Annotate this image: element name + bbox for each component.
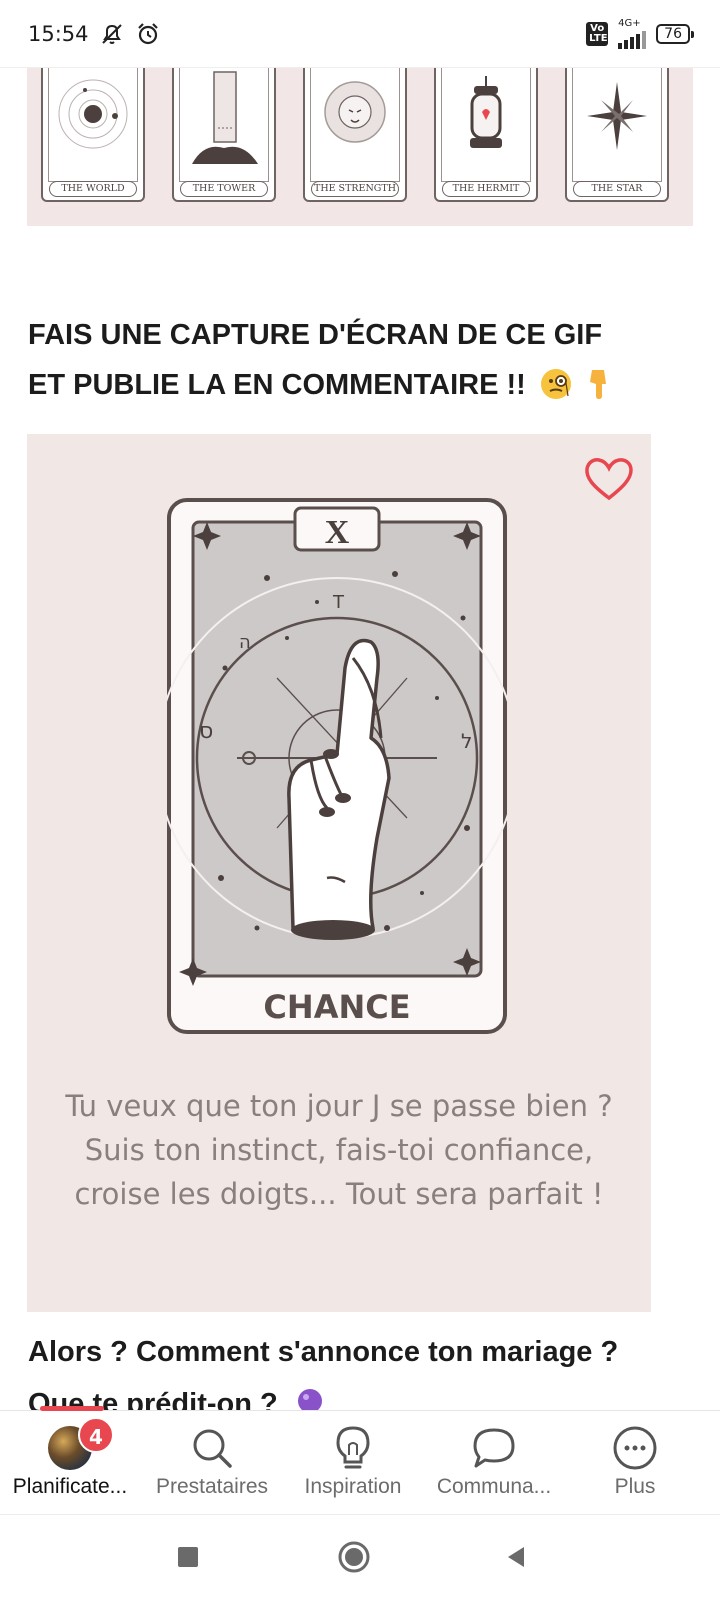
heading-line-2: ET PUBLIE LA EN COMMENTAIRE !!: [28, 369, 526, 401]
more-icon: [613, 1426, 657, 1470]
tarot-cards-image: THE WORLD THE TOWER THE STRENGTH THE HER…: [27, 68, 693, 226]
notification-badge: 4: [78, 1417, 114, 1453]
tarot-card-world: THE WORLD: [41, 68, 145, 202]
system-navigation-bar: [0, 1514, 720, 1600]
tarot-card-hermit: THE HERMIT: [434, 68, 538, 202]
network-indicator: 4G+: [618, 17, 647, 49]
nav-planificateur[interactable]: 4 Planificate...: [0, 1417, 140, 1499]
search-icon: [193, 1429, 232, 1468]
battery-level: 76: [664, 25, 682, 42]
heading-line-2-row: ET PUBLIE LA EN COMMENTAIRE !!: [28, 360, 688, 410]
tarot-card-star: THE STAR: [565, 68, 669, 202]
heading-line-1: FAIS UNE CAPTURE D'ÉCRAN DE CE GIF: [28, 319, 603, 351]
back-button[interactable]: [504, 1545, 528, 1569]
tarot-card-label: THE HERMIT: [442, 181, 530, 197]
active-tab-indicator: [40, 1406, 104, 1411]
status-bar: 15:54 Vo LTE 4G+ 76: [0, 0, 720, 68]
card-caption: Tu veux que ton jour J se passe bien ? S…: [65, 1089, 613, 1211]
tarot-gif[interactable]: X T ה ס ל CHANCE Tu veux que ton jour J …: [27, 434, 651, 1312]
nav-communaute[interactable]: Communa...: [424, 1423, 564, 1499]
card-number: X: [325, 514, 350, 551]
signal-icon: [618, 29, 647, 49]
status-time: 15:54: [28, 21, 89, 46]
chance-tarot-card: X T ה ס ל CHANCE: [167, 498, 507, 1034]
home-button[interactable]: [338, 1541, 370, 1573]
tarot-card-tower: THE TOWER: [172, 68, 276, 202]
monocle-face-emoji-icon: [540, 369, 571, 399]
star-compass-icon: [587, 82, 647, 150]
nav-prestataires[interactable]: Prestataires: [142, 1423, 282, 1499]
nav-label: Plus: [614, 1475, 656, 1498]
post-content[interactable]: THE WORLD THE TOWER THE STRENGTH THE HER…: [0, 68, 720, 1410]
nav-plus[interactable]: Plus: [565, 1423, 705, 1499]
network-type: 4G+: [618, 17, 641, 29]
nav-label: Planificate...: [12, 1475, 128, 1498]
battery-indicator: 76: [656, 23, 694, 44]
lantern-icon: [470, 76, 502, 148]
nav-label: Prestataires: [155, 1475, 269, 1498]
tarot-card-strength: THE STRENGTH: [303, 68, 407, 202]
recent-apps-button[interactable]: [176, 1545, 200, 1569]
crystal-ball-emoji-icon: [297, 1389, 322, 1410]
muted-bell-icon: [101, 23, 122, 44]
svg-text:ס: ס: [199, 719, 213, 744]
volte-indicator: Vo LTE: [586, 21, 609, 46]
tarot-card-label: THE WORLD: [49, 181, 137, 197]
nav-label: Inspiration: [304, 1475, 402, 1498]
heart-icon[interactable]: [583, 456, 635, 502]
bottom-navigation: 4 Planificate... Prestataires Inspiratio…: [0, 1406, 720, 1514]
tarot-card-label: THE TOWER: [180, 181, 268, 197]
lightbulb-icon: [336, 1426, 370, 1469]
lion-icon: [324, 81, 386, 143]
nav-label: Communa...: [436, 1475, 552, 1498]
tower-icon: [192, 71, 258, 164]
post-question: Alors ? Comment s'annonce ton mariage ? …: [28, 1326, 698, 1410]
nav-inspiration[interactable]: Inspiration: [283, 1423, 423, 1499]
status-left: 15:54: [28, 21, 161, 47]
chat-bubble-icon: [473, 1428, 515, 1468]
svg-text:T: T: [332, 592, 345, 613]
svg-text:ל: ל: [461, 729, 472, 753]
svg-text:ה: ה: [239, 632, 251, 653]
tarot-card-label: THE STRENGTH: [311, 181, 399, 197]
question-line-2-row: Que te prédit-on ?: [28, 1378, 698, 1410]
planet-orbits-icon: [58, 79, 128, 149]
status-right: Vo LTE 4G+ 76: [586, 17, 694, 49]
card-name: CHANCE: [263, 988, 410, 1026]
tarot-card-label: THE STAR: [573, 181, 661, 197]
pointing-down-emoji-icon: [589, 370, 606, 399]
question-line-1: Alors ? Comment s'annonce ton mariage ?: [28, 1336, 619, 1368]
alarm-icon: [137, 22, 158, 44]
post-heading: FAIS UNE CAPTURE D'ÉCRAN DE CE GIF ET PU…: [28, 310, 688, 410]
